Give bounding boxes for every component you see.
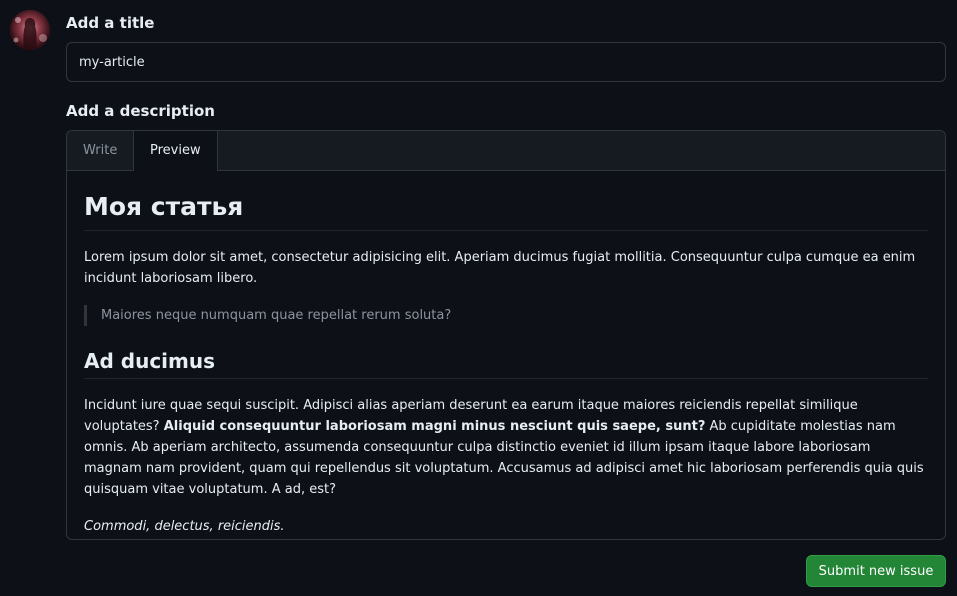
description-label: Add a description — [66, 102, 215, 120]
title-input-wrapper — [66, 42, 946, 82]
preview-paragraph-1: Lorem ipsum dolor sit amet, consectetur … — [84, 250, 916, 286]
preview-paragraph-2: Incidunt iure quae sequi suscipit. Adipi… — [84, 395, 928, 500]
new-issue-page: Add a title Add a description Write Prev… — [0, 0, 957, 596]
description-editor: Write Preview Моя статья Lorem ipsum dol… — [66, 130, 946, 540]
preview-heading-2: Ad ducimus — [84, 348, 928, 379]
tab-write[interactable]: Write — [67, 131, 133, 170]
avatar[interactable] — [10, 10, 50, 50]
title-label: Add a title — [66, 14, 155, 32]
preview-heading-1: Моя статья — [84, 171, 928, 231]
submit-new-issue-button[interactable]: Submit new issue — [806, 555, 946, 587]
tab-preview[interactable]: Preview — [133, 131, 218, 171]
editor-tabbar: Write Preview — [67, 131, 945, 171]
preview-paragraph-2-bold: Aliquid consequuntur laboriosam magni mi… — [163, 419, 706, 434]
preview-paragraph-3: Commodi, delectus, reiciendis. — [84, 519, 285, 534]
avatar-image — [10, 10, 50, 50]
markdown-preview: Моя статья Lorem ipsum dolor sit amet, c… — [67, 171, 945, 537]
preview-blockquote: Maiores neque numquam quae repellat reru… — [84, 305, 928, 326]
title-input[interactable] — [67, 43, 945, 81]
